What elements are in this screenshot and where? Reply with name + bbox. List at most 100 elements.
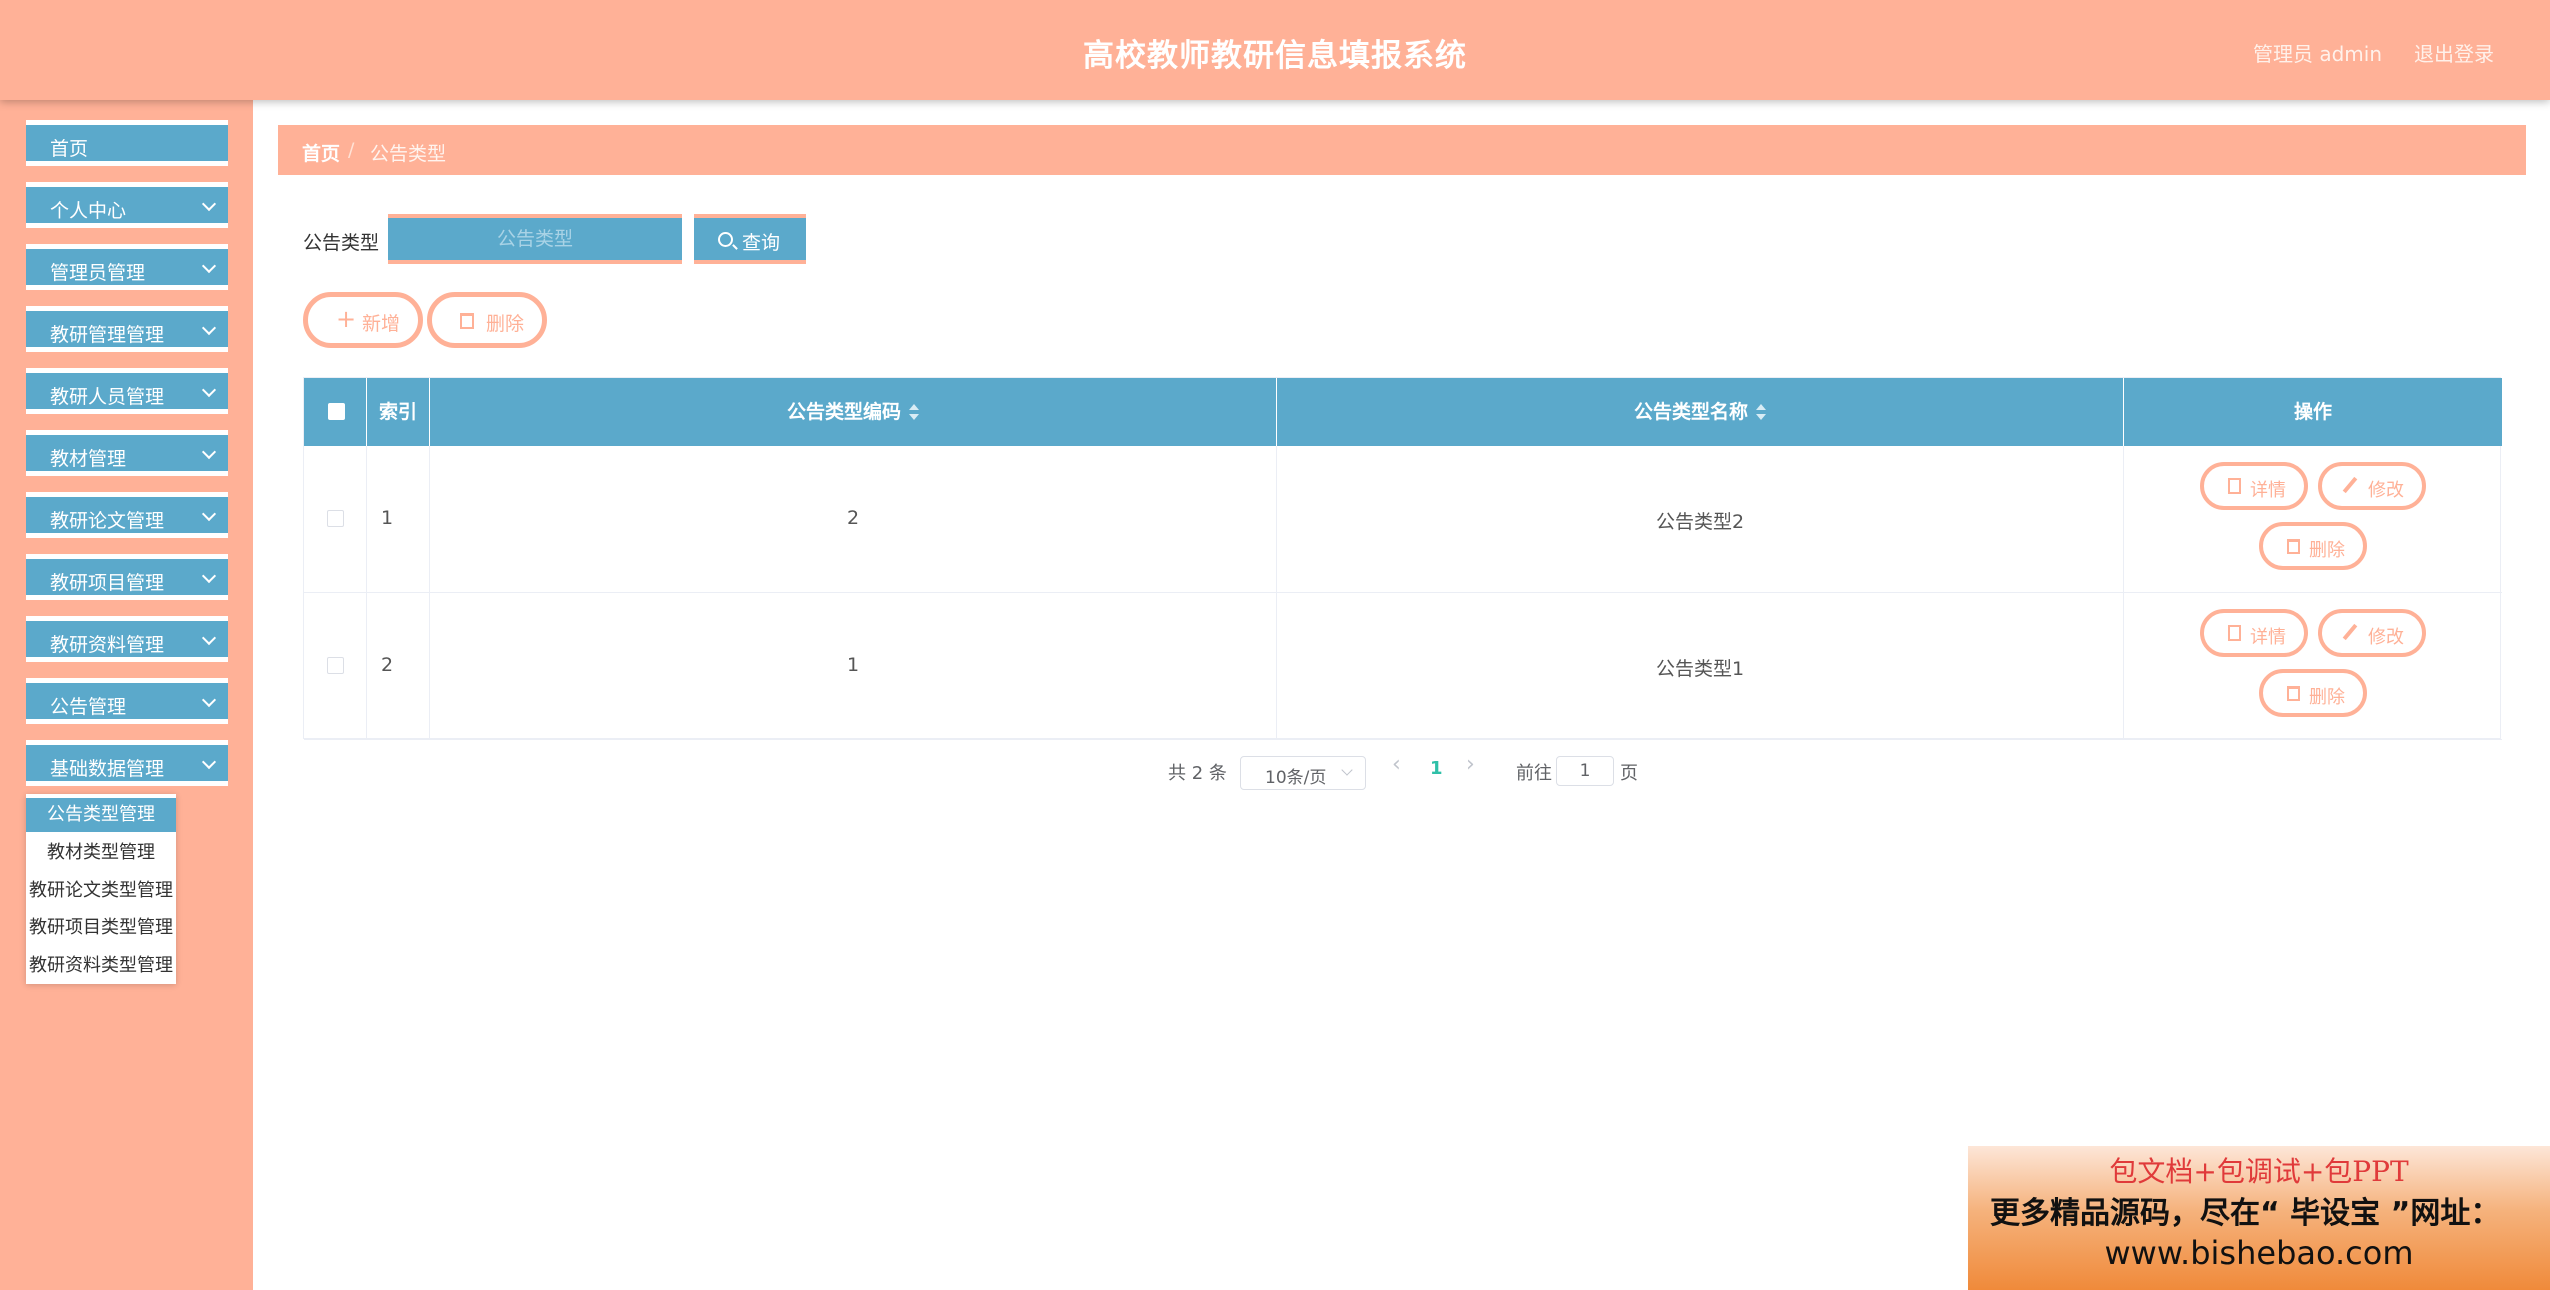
select-all-checkbox[interactable] [328, 403, 345, 420]
sidebar-item-basic-data[interactable]: 基础数据管理 [26, 740, 228, 786]
chevron-down-icon [201, 692, 217, 708]
edit-button-label: 修改 [2368, 480, 2404, 501]
submenu-item-paper-types[interactable]: 教研论文类型管理 [26, 874, 176, 908]
column-header-index: 索引 [367, 378, 430, 446]
header-checkbox-cell [304, 378, 367, 446]
search-label: 公告类型 [303, 232, 380, 254]
row-checkbox-cell [304, 446, 367, 592]
sidebar-item-admin-management[interactable]: 管理员管理 [26, 244, 228, 290]
add-button[interactable]: + 新增 [303, 292, 423, 348]
index-cell: 2 [367, 593, 430, 739]
chevron-down-icon [201, 196, 217, 212]
column-header-name[interactable]: 公告类型名称 [1277, 378, 2124, 446]
row-name: 公告类型2 [1655, 511, 1745, 533]
sidebar-item-research-staff[interactable]: 教研人员管理 [26, 368, 228, 414]
name-cell: 公告类型2 [1277, 446, 2124, 592]
chevron-down-icon [201, 630, 217, 646]
sidebar-item-home[interactable]: 首页 [26, 120, 228, 166]
row-checkbox[interactable] [327, 510, 344, 527]
chevron-down-icon [201, 506, 217, 522]
actions-cell: 详情 修改 删除 [2124, 446, 2502, 592]
page-number-current[interactable]: 1 [1430, 758, 1443, 779]
breadcrumb-separator: / [348, 139, 355, 161]
trash-icon [2287, 539, 2300, 554]
detail-button[interactable]: 详情 [2200, 462, 2308, 510]
row-checkbox[interactable] [327, 657, 344, 674]
row-code: 2 [846, 507, 860, 529]
sidebar-item-materials[interactable]: 教研资料管理 [26, 616, 228, 662]
sidebar-item-label: 首页 [50, 138, 89, 160]
page-size-select[interactable]: 10条/页 [1240, 756, 1366, 790]
row-index: 2 [381, 654, 394, 676]
submenu-item-project-types[interactable]: 教研项目类型管理 [26, 911, 176, 945]
goto-page-input[interactable] [1556, 756, 1614, 786]
sort-icon[interactable] [1756, 404, 1766, 420]
column-header-code[interactable]: 公告类型编码 [430, 378, 1277, 446]
document-icon [2228, 625, 2241, 641]
promo-line-2: 更多精品源码，尽在“ 毕设宝 ”网址： [1990, 1196, 2501, 1231]
sidebar-item-personal-center[interactable]: 个人中心 [26, 182, 228, 228]
query-button[interactable]: 查询 [694, 214, 806, 264]
delete-row-button[interactable]: 删除 [2259, 522, 2367, 570]
sidebar-item-label: 教研项目管理 [50, 572, 165, 594]
batch-delete-button[interactable]: 删除 [427, 292, 547, 348]
data-table: 索引 公告类型编码 公告类型名称 操作 1 2 公告类型2 详情 修改 删除 2… [303, 377, 2502, 740]
sidebar: 首页 个人中心 管理员管理 教研管理管理 教研人员管理 教材管理 教研论文管理 … [0, 100, 253, 1290]
detail-button[interactable]: 详情 [2200, 609, 2308, 657]
add-button-label: 新增 [362, 313, 401, 335]
promo-line-3: www.bishebao.com [2104, 1234, 2414, 1272]
trash-icon [2287, 686, 2300, 701]
search-input[interactable] [388, 214, 682, 264]
edit-button[interactable]: 修改 [2318, 609, 2426, 657]
trash-icon [460, 313, 474, 329]
query-button-label: 查询 [742, 232, 781, 254]
submenu-item-material-types[interactable]: 教研资料类型管理 [26, 949, 176, 983]
sidebar-item-label: 教材管理 [50, 448, 127, 470]
table-header: 索引 公告类型编码 公告类型名称 操作 [304, 378, 2502, 446]
promo-line-1: 包文档+包调试+包PPT [2109, 1155, 2409, 1188]
column-header-code-label: 公告类型编码 [786, 401, 901, 423]
sidebar-item-label: 基础数据管理 [50, 758, 165, 780]
page-size-value: 10条/页 [1265, 768, 1327, 788]
sidebar-item-papers[interactable]: 教研论文管理 [26, 492, 228, 538]
sidebar-item-textbooks[interactable]: 教材管理 [26, 430, 228, 476]
search-icon [718, 232, 733, 247]
sidebar-item-label: 教研管理管理 [50, 324, 165, 346]
logout-link[interactable]: 退出登录 [2414, 38, 2494, 67]
edit-icon [2342, 476, 2358, 494]
sidebar-item-label: 教研资料管理 [50, 634, 165, 656]
plus-icon: + [336, 305, 357, 333]
document-icon [2228, 478, 2241, 494]
submenu-item-announcement-types[interactable]: 公告类型管理 [26, 798, 176, 832]
goto-label: 前往 [1516, 763, 1552, 784]
chevron-down-icon [201, 444, 217, 460]
edit-icon [2342, 623, 2358, 641]
code-cell: 2 [430, 446, 1277, 592]
current-user: 管理员 admin [2252, 42, 2382, 66]
next-page-button[interactable]: › [1466, 752, 1475, 777]
sidebar-item-projects[interactable]: 教研项目管理 [26, 554, 228, 600]
chevron-down-icon [201, 568, 217, 584]
sidebar-item-label: 教研人员管理 [50, 386, 165, 408]
code-cell: 1 [430, 593, 1277, 739]
chevron-down-icon [201, 754, 217, 770]
sidebar-item-research-management[interactable]: 教研管理管理 [26, 306, 228, 352]
chevron-down-icon [201, 382, 217, 398]
detail-button-label: 详情 [2250, 480, 2286, 501]
breadcrumb-home[interactable]: 首页 [302, 139, 340, 166]
sidebar-item-announcements[interactable]: 公告管理 [26, 678, 228, 724]
chevron-down-icon [201, 258, 217, 274]
actions-cell: 详情 修改 删除 [2124, 593, 2502, 739]
index-cell: 1 [367, 446, 430, 592]
column-header-actions: 操作 [2293, 401, 2332, 423]
pagination-total: 共 2 条 [1168, 763, 1227, 784]
sort-icon[interactable] [909, 404, 919, 420]
top-header: 高校教师教研信息填报系统 管理员 admin 退出登录 [0, 0, 2550, 100]
submenu-item-textbook-types[interactable]: 教材类型管理 [26, 836, 176, 870]
delete-button-label: 删除 [486, 313, 525, 335]
prev-page-button[interactable]: ‹ [1392, 752, 1401, 777]
edit-button[interactable]: 修改 [2318, 462, 2426, 510]
chevron-down-icon [1341, 764, 1353, 776]
delete-row-button[interactable]: 删除 [2259, 669, 2367, 717]
sidebar-item-label: 个人中心 [50, 200, 127, 222]
